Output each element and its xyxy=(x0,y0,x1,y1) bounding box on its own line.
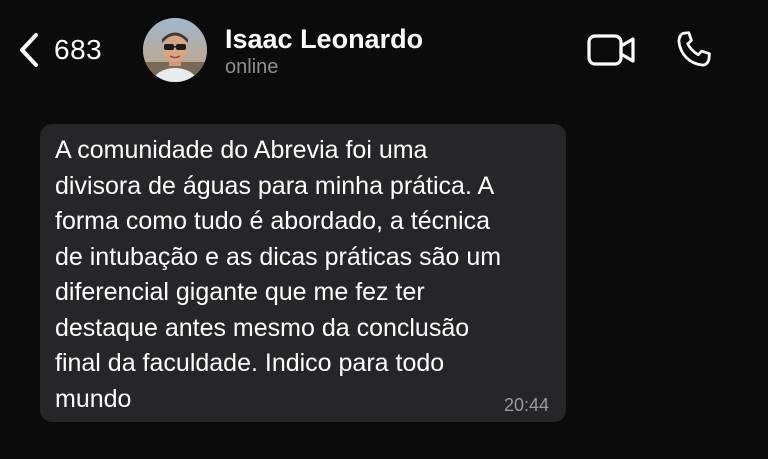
video-call-button[interactable] xyxy=(586,32,638,68)
message-text: A comunidade do Abrevia foi uma divisora… xyxy=(55,136,502,413)
video-camera-icon xyxy=(586,34,638,72)
message-bubble[interactable]: A comunidade do Abrevia foi uma divisora… xyxy=(40,124,566,422)
contact-name[interactable]: Isaac Leonardo xyxy=(225,24,423,55)
avatar[interactable] xyxy=(143,18,207,82)
chevron-left-icon xyxy=(18,32,40,68)
unread-count: 683 xyxy=(54,34,103,65)
chat-header: 683 Isaac Leonardo online xyxy=(0,0,768,100)
phone-icon xyxy=(672,31,716,76)
contact-status: online xyxy=(225,56,279,78)
message-timestamp: 20:44 xyxy=(503,395,549,415)
back-button[interactable]: 683 xyxy=(18,30,102,70)
voice-call-button[interactable] xyxy=(672,28,716,72)
